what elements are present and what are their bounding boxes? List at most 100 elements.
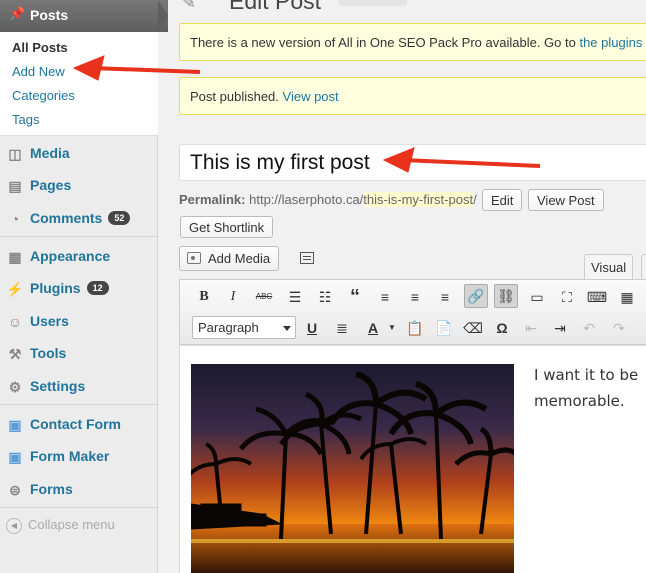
format-select[interactable]: Paragraph: [192, 316, 296, 339]
get-shortlink-button[interactable]: Get Shortlink: [180, 216, 274, 238]
comments-icon: ◔: [10, 211, 20, 227]
menu-pages-label: Pages: [30, 177, 72, 193]
menu-plugins[interactable]: ⚡ Plugins 12: [0, 273, 158, 305]
main-content: ✎ Edit Post There is a new version of Al…: [159, 0, 646, 573]
posts-submenu: All Posts Add New Categories Tags: [0, 32, 158, 136]
justify-icon[interactable]: ≣: [330, 316, 354, 340]
menu-form-maker-label: Form Maker: [30, 448, 110, 464]
editor-toolbar: B I ABC ☰ ☷ “ ≡ ≡ ≡ 🔗 ⛓ ▭ ⛶ ⌨ ▦ Paragrap…: [179, 279, 646, 345]
indent-icon[interactable]: ⇥: [548, 316, 572, 340]
add-media-label: Add Media: [208, 251, 271, 266]
sunset-palm-photo: [191, 364, 514, 573]
menu-appearance[interactable]: ▦ Appearance: [0, 241, 158, 273]
collapse-menu-label: Collapse menu: [28, 517, 115, 532]
edit-post-icon: ✎: [181, 0, 197, 12]
fullscreen-icon[interactable]: ⛶: [555, 285, 579, 309]
permalink-label: Permalink:: [179, 192, 246, 207]
comments-count-badge: 52: [108, 211, 131, 225]
forms-icon: ⊜: [9, 482, 21, 498]
view-post-button[interactable]: View Post: [528, 189, 604, 211]
outdent-icon[interactable]: ⇤: [519, 316, 543, 340]
settings-icon: ⚙: [8, 379, 22, 395]
menu-contact-form-label: Contact Form: [30, 416, 121, 432]
menu-tools[interactable]: ⚒ Tools: [0, 338, 158, 370]
sunset-palm-image[interactable]: [191, 364, 514, 573]
contact-form-icon: ▣: [8, 417, 22, 433]
toolbar-toggle-icon[interactable]: ▦: [615, 285, 639, 309]
special-character-icon[interactable]: Ω: [490, 316, 514, 340]
read-more-icon[interactable]: ▭: [525, 285, 549, 309]
menu-comments-label: Comments: [30, 210, 103, 226]
menu-tools-label: Tools: [30, 345, 67, 361]
post-title-input[interactable]: This is my first post: [179, 144, 646, 181]
bold-icon[interactable]: B: [192, 285, 216, 309]
published-notice: Post published. View post: [179, 77, 646, 115]
plugins-page-link[interactable]: the plugins: [579, 35, 642, 50]
post-content-editor[interactable]: I want it to be memorable.: [179, 345, 646, 573]
align-right-icon[interactable]: ≡: [433, 285, 457, 309]
plugins-icon: ⚡: [6, 281, 24, 297]
italic-icon[interactable]: I: [221, 285, 245, 309]
plugins-count-badge: 12: [86, 281, 109, 295]
permalink-slug[interactable]: this-is-my-first-post: [363, 192, 474, 207]
menu-media[interactable]: ◫ Media: [0, 138, 158, 170]
unlink-icon[interactable]: ⛓: [494, 284, 518, 308]
menu-settings[interactable]: ⚙ Settings: [0, 371, 158, 403]
blockquote-icon[interactable]: “: [343, 285, 367, 309]
submenu-tags[interactable]: Tags: [12, 112, 39, 127]
menu-appearance-label: Appearance: [30, 248, 111, 264]
menu-plugins-label: Plugins: [30, 280, 81, 296]
insert-link-icon[interactable]: 🔗: [464, 284, 488, 308]
align-center-icon[interactable]: ≡: [403, 285, 427, 309]
tab-visual[interactable]: Visual: [584, 254, 634, 279]
bullet-list-icon[interactable]: ☰: [283, 285, 307, 309]
admin-sidebar: 📌 Posts All Posts Add New Categories Tag…: [0, 0, 168, 573]
post-body-text: I want it to be memorable.: [534, 366, 639, 410]
menu-settings-label: Settings: [30, 378, 86, 394]
menu-contact-form[interactable]: ▣ Contact Form: [0, 409, 158, 441]
undo-icon[interactable]: ↶: [577, 316, 601, 340]
underline-icon[interactable]: U: [300, 316, 324, 340]
menu-form-maker[interactable]: ▣ Form Maker: [0, 441, 158, 473]
menu-posts-label: Posts: [30, 7, 69, 23]
insert-form-icon[interactable]: [300, 252, 314, 264]
submenu-add-new[interactable]: Add New: [12, 64, 65, 79]
media-icon: ◫: [8, 146, 22, 162]
published-notice-text: Post published.: [190, 89, 283, 104]
numbered-list-icon[interactable]: ☷: [313, 285, 337, 309]
permalink-trail: /: [473, 192, 477, 207]
keyboard-icon[interactable]: ⌨: [585, 285, 609, 309]
view-post-link[interactable]: View post: [283, 89, 339, 104]
menu-comments[interactable]: ◔ Comments 52: [0, 203, 158, 235]
add-media-button[interactable]: Add Media: [179, 246, 280, 271]
edit-permalink-button[interactable]: Edit: [482, 189, 523, 211]
update-notice-text: There is a new version of All in One SEO…: [190, 35, 580, 50]
permalink-base: http://laserphoto.ca/: [249, 192, 364, 207]
strikethrough-icon[interactable]: ABC: [252, 285, 276, 309]
submenu-categories[interactable]: Categories: [12, 88, 75, 103]
paste-text-icon[interactable]: 📋: [403, 316, 427, 340]
align-left-icon[interactable]: ≡: [373, 285, 397, 309]
add-new-pill[interactable]: [339, 0, 407, 6]
paste-word-icon[interactable]: 📄: [432, 316, 456, 340]
redo-icon[interactable]: ↷: [607, 316, 631, 340]
menu-forms-label: Forms: [30, 481, 73, 497]
collapse-menu-button[interactable]: ◀ Collapse menu: [6, 517, 115, 534]
menu-pages[interactable]: ▤ Pages: [0, 170, 158, 202]
menu-separator: [0, 236, 158, 237]
text-color-dropdown-icon[interactable]: ▼: [380, 316, 404, 340]
menu-posts[interactable]: 📌 Posts: [0, 0, 168, 32]
submenu-all-posts[interactable]: All Posts: [12, 40, 68, 55]
pages-icon: ▤: [8, 178, 22, 194]
menu-forms[interactable]: ⊜ Forms: [0, 474, 158, 506]
menu-users-label: Users: [30, 313, 69, 329]
page-title: Edit Post: [229, 0, 322, 14]
menu-separator: [0, 507, 158, 508]
menu-users[interactable]: ☺ Users: [0, 306, 158, 338]
tab-text[interactable]: [641, 254, 646, 279]
permalink-row: Permalink: http://laserphoto.ca/this-is-…: [179, 192, 477, 207]
chevron-down-icon: [283, 326, 291, 331]
menu-media-label: Media: [30, 145, 70, 161]
menu-separator: [0, 404, 158, 405]
clear-formatting-icon[interactable]: ⌫: [461, 316, 485, 340]
